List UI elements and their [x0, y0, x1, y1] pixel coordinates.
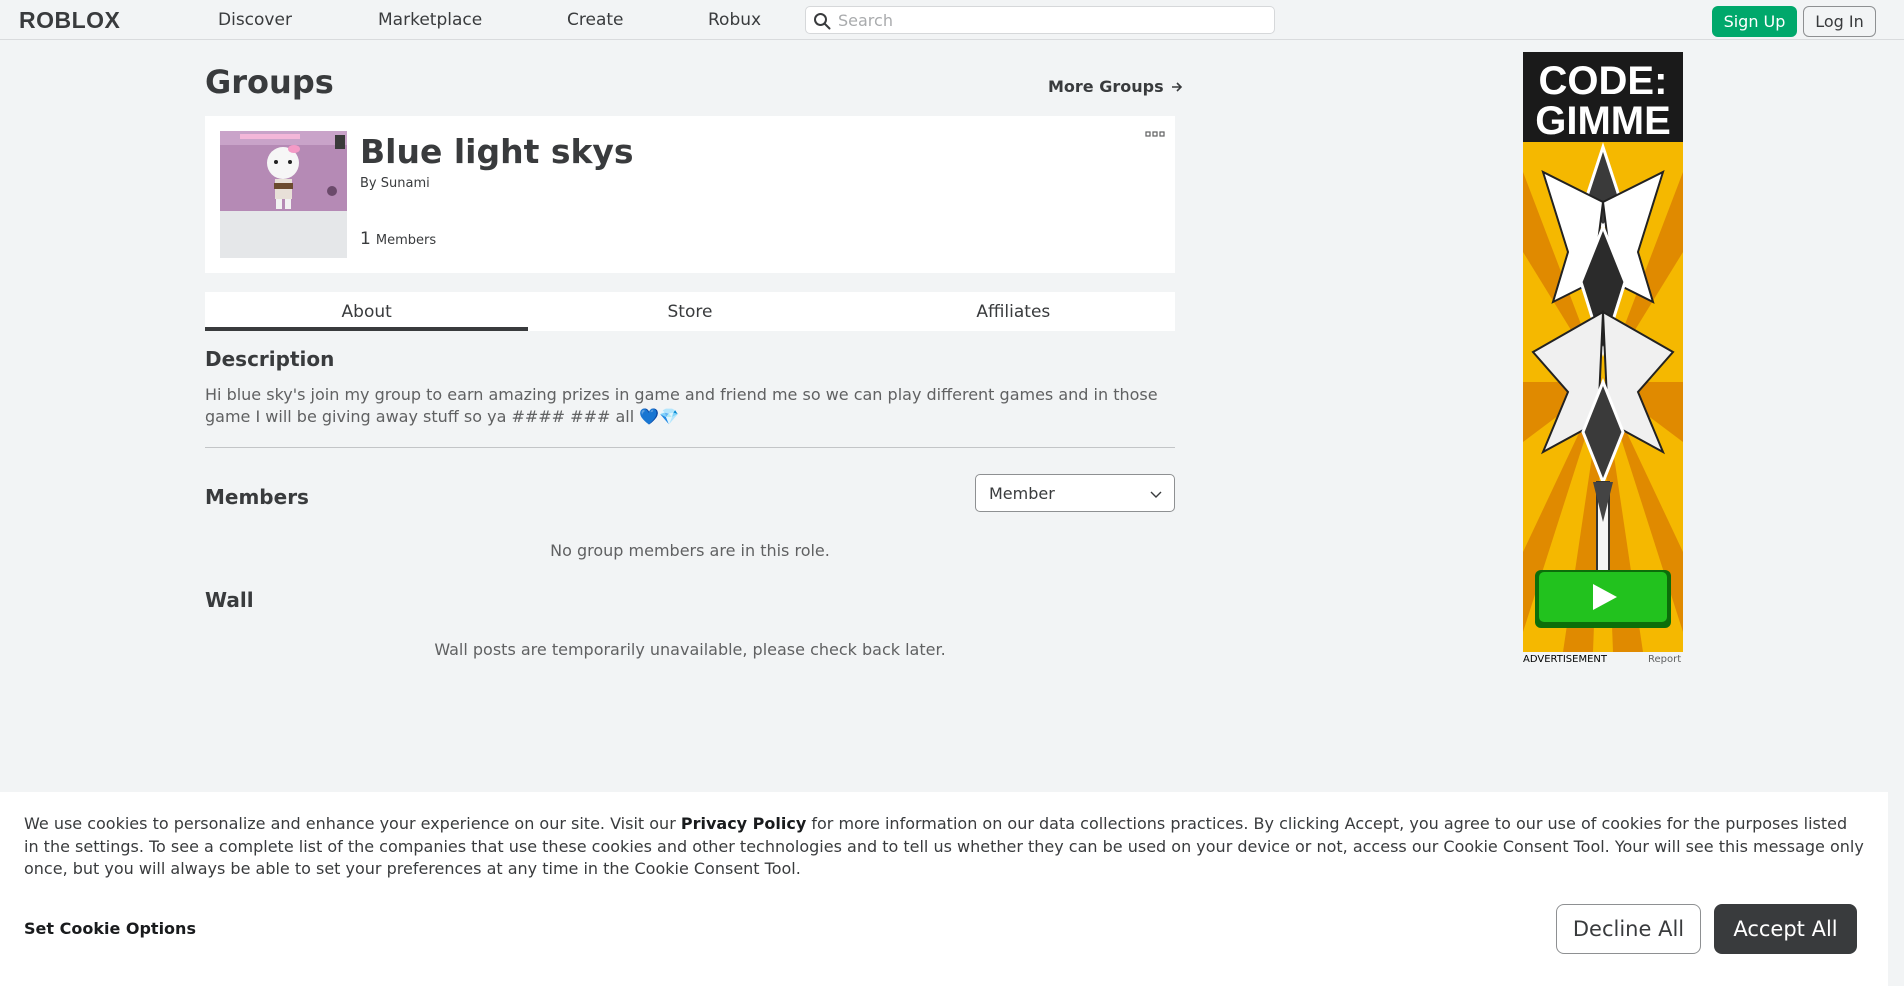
sign-up-button[interactable]: Sign Up	[1712, 6, 1797, 37]
section-divider	[205, 447, 1175, 448]
advertisement-label: ADVERTISEMENT	[1523, 654, 1608, 665]
more-groups-link[interactable]: More Groups	[1048, 77, 1183, 96]
chevron-down-icon	[1150, 491, 1162, 498]
group-emblem-image	[220, 131, 347, 258]
role-dropdown-value: Member	[989, 484, 1055, 503]
search-input[interactable]	[838, 7, 1268, 33]
more-options-icon[interactable]	[1144, 130, 1166, 142]
nav-discover[interactable]: Discover	[218, 10, 292, 30]
svg-text:ROBLOX: ROBLOX	[19, 7, 121, 33]
wall-empty-message: Wall posts are temporarily unavailable, …	[434, 640, 946, 659]
search-box[interactable]	[805, 6, 1275, 34]
member-count-number: 1	[360, 229, 371, 249]
tab-about[interactable]: About	[205, 292, 529, 331]
decline-all-button[interactable]: Decline All	[1556, 904, 1701, 954]
member-count-label: Members	[375, 233, 437, 248]
svg-text:CODE:: CODE:	[1539, 59, 1668, 103]
nav-create[interactable]: Create	[567, 10, 624, 30]
role-dropdown[interactable]: Member	[975, 474, 1175, 512]
cookie-text-intro: We use cookies to personalize and enhanc…	[24, 814, 681, 833]
owner-link[interactable]: Sunami	[381, 176, 430, 191]
members-heading: Members	[205, 485, 309, 509]
owner-prefix: By	[360, 176, 377, 191]
search-icon	[814, 13, 831, 30]
advertisement-banner[interactable]: CODE: GIMME	[1523, 52, 1683, 652]
nav-robux[interactable]: Robux	[708, 10, 761, 30]
roblox-logo[interactable]: ROBLOX	[19, 7, 139, 33]
svg-text:GIMME: GIMME	[1535, 99, 1671, 143]
more-groups-label: More Groups	[1048, 77, 1164, 96]
tab-affiliates[interactable]: Affiliates	[852, 292, 1175, 331]
tab-store[interactable]: Store	[528, 292, 851, 331]
ad-report-link[interactable]: Report	[1648, 654, 1681, 665]
members-empty-message: No group members are in this role.	[550, 541, 830, 560]
arrow-right-icon	[1172, 82, 1183, 92]
log-in-button[interactable]: Log In	[1803, 6, 1876, 37]
privacy-policy-link[interactable]: Privacy Policy	[681, 814, 806, 833]
group-tabs: About Store Affiliates	[205, 292, 1175, 331]
cookie-consent-banner: We use cookies to personalize and enhanc…	[0, 792, 1888, 986]
description-heading: Description	[205, 347, 335, 371]
group-description: Hi blue sky's join my group to earn amaz…	[205, 385, 1158, 426]
page-title: Groups	[205, 63, 334, 101]
accept-all-button[interactable]: Accept All	[1714, 904, 1857, 954]
group-name: Blue light skys	[360, 132, 634, 171]
group-header-card: Blue light skys By Sunami 1 Members	[205, 116, 1175, 273]
top-navigation-bar: ROBLOX Discover Marketplace Create Robux…	[0, 0, 1904, 40]
member-count: 1 Members	[360, 229, 436, 249]
wall-heading: Wall	[205, 588, 254, 612]
group-owner: By Sunami	[360, 176, 430, 191]
nav-marketplace[interactable]: Marketplace	[378, 10, 482, 30]
cookie-consent-text: We use cookies to personalize and enhanc…	[24, 813, 1864, 881]
set-cookie-options-link[interactable]: Set Cookie Options	[24, 919, 196, 938]
